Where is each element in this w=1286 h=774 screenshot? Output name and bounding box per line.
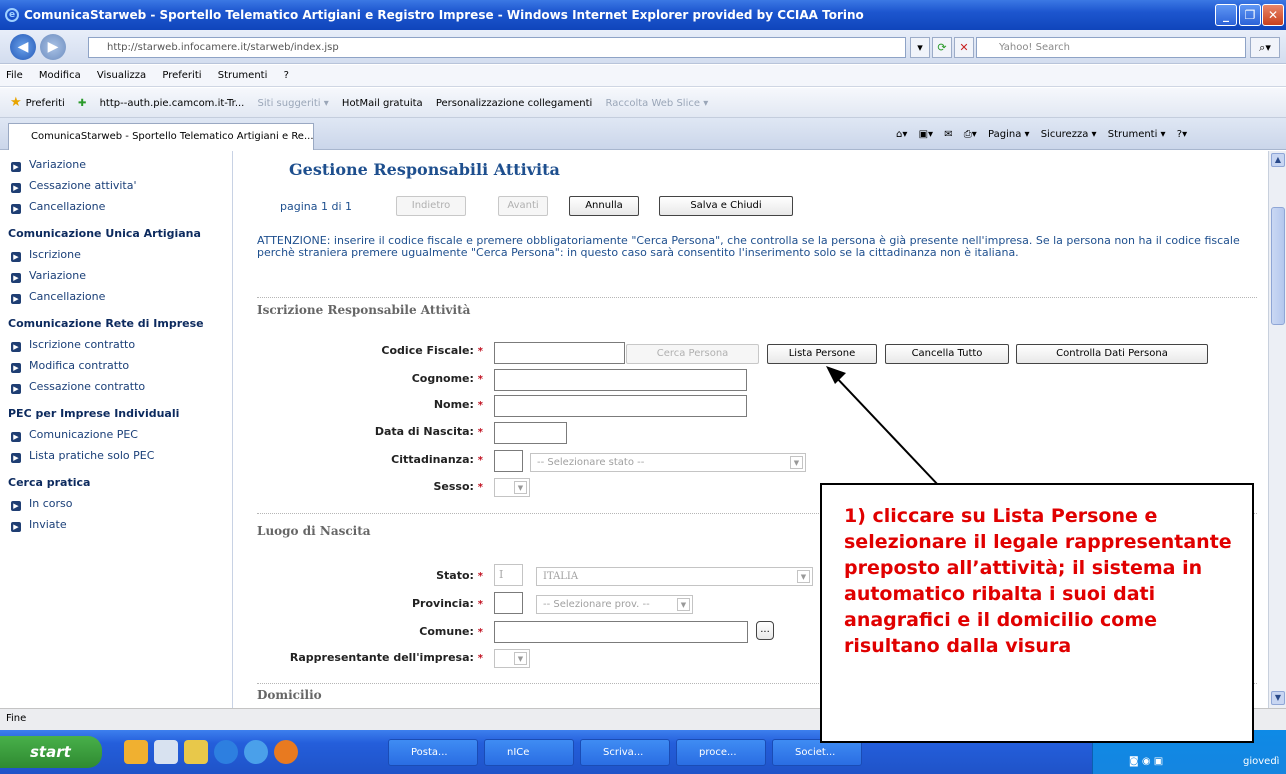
- arrow-head: [826, 366, 846, 384]
- instruction-callout: 1) cliccare su Lista Persone e seleziona…: [820, 483, 1254, 743]
- callout-text: 1) cliccare su Lista Persone e seleziona…: [844, 505, 1232, 657]
- arrow-line: [833, 374, 941, 488]
